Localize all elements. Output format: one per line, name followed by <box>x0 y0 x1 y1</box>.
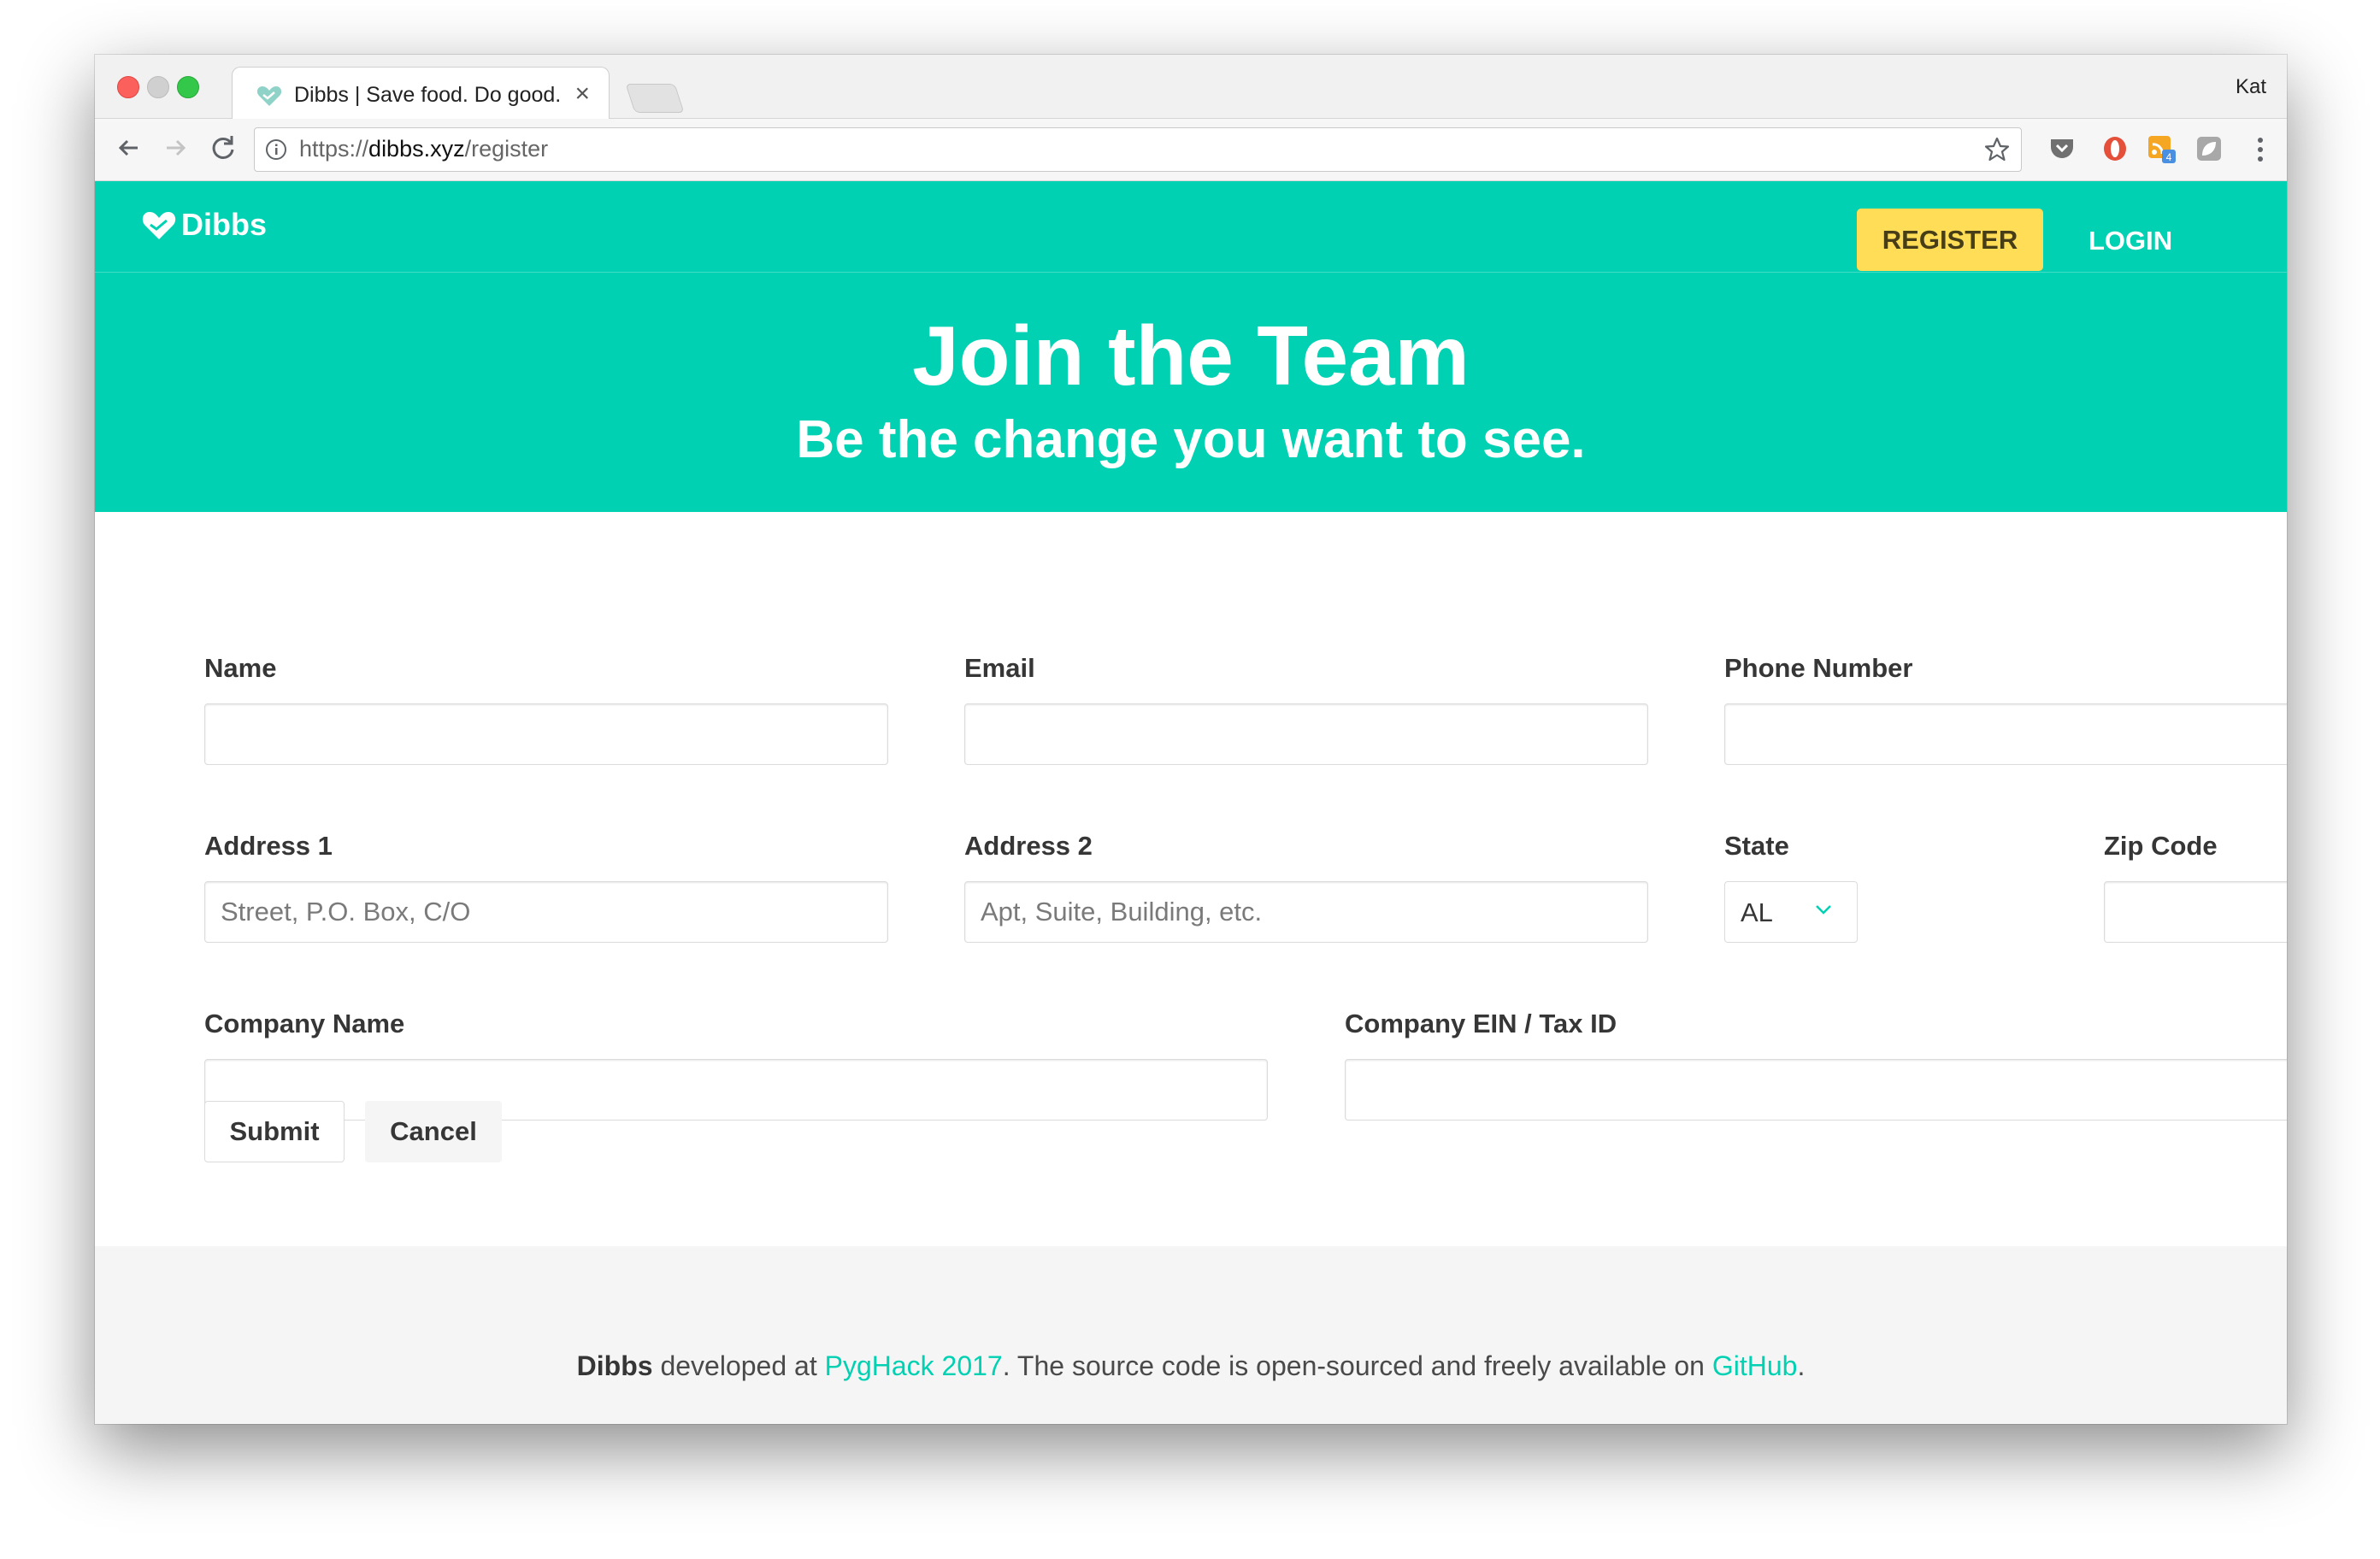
site-footer: Dibbs developed at PygHack 2017. The sou… <box>95 1246 2287 1424</box>
github-link[interactable]: GitHub <box>1712 1350 1798 1381</box>
hero-banner: Join the Team Be the change you want to … <box>95 273 2287 512</box>
svg-text:4: 4 <box>2166 151 2172 163</box>
url-text: https://dibbs.xyz/register <box>299 136 549 162</box>
brand-name: Dibbs <box>181 207 268 242</box>
zip-label: Zip Code <box>2104 831 2218 861</box>
arrow-right-icon[interactable] <box>158 131 192 165</box>
profile-name[interactable]: Kat <box>2236 75 2266 99</box>
ein-label: Company EIN / Tax ID <box>1345 1009 1617 1038</box>
page-content: Dibbs REGISTER LOGIN Join the Team Be th… <box>95 181 2287 1424</box>
zip-field-group: Zip Code <box>2104 831 2287 943</box>
phone-field-group: Phone Number <box>1724 653 2287 765</box>
ein-field-group: Company EIN / Tax ID <box>1345 1009 2287 1121</box>
browser-toolbar: https://dibbs.xyz/register 4 <box>95 119 2287 181</box>
page-subtitle: Be the change you want to see. <box>796 410 1586 469</box>
heart-hands-icon <box>256 86 282 106</box>
name-label: Name <box>204 653 277 683</box>
page-title: Join the Team <box>912 309 1470 403</box>
new-tab-button[interactable] <box>625 84 685 113</box>
submit-button[interactable]: Submit <box>204 1101 345 1162</box>
zip-input[interactable] <box>2104 881 2287 943</box>
browser-tab-active[interactable]: Dibbs | Save food. Do good. × <box>232 67 610 121</box>
phone-input[interactable] <box>1724 703 2287 765</box>
pyghack-link[interactable]: PygHack 2017 <box>825 1350 1003 1381</box>
address-bar[interactable]: https://dibbs.xyz/register <box>254 127 2022 172</box>
address2-label: Address 2 <box>964 831 1093 861</box>
address1-label: Address 1 <box>204 831 333 861</box>
address1-input[interactable] <box>204 881 888 943</box>
browser-window: Dibbs | Save food. Do good. × Kat https:… <box>95 55 2287 1424</box>
tab-close-icon[interactable]: × <box>574 79 590 109</box>
pocket-icon[interactable] <box>2047 134 2077 163</box>
state-select[interactable]: AL <box>1724 881 1858 943</box>
window-close-button[interactable] <box>117 76 139 98</box>
email-field-group: Email <box>964 653 1648 765</box>
login-link[interactable]: LOGIN <box>2088 226 2172 256</box>
footer-text: Dibbs developed at PygHack 2017. The sou… <box>576 1350 1806 1381</box>
window-minimize-button[interactable] <box>147 76 169 98</box>
kebab-menu-icon[interactable] <box>2256 136 2265 163</box>
window-maximize-button[interactable] <box>177 76 199 98</box>
email-input[interactable] <box>964 703 1648 765</box>
address2-input[interactable] <box>964 881 1648 943</box>
cancel-button[interactable]: Cancel <box>365 1101 502 1162</box>
arrow-left-icon[interactable] <box>112 131 146 165</box>
address1-field-group: Address 1 <box>204 831 888 943</box>
site-navbar: Dibbs REGISTER LOGIN <box>95 181 2287 273</box>
footer-brand: Dibbs <box>576 1350 653 1381</box>
address2-field-group: Address 2 <box>964 831 1648 943</box>
tab-title: Dibbs | Save food. Do good. <box>294 83 562 107</box>
company-field-group: Company Name <box>204 1009 1268 1121</box>
feed-extension-icon[interactable]: 4 <box>2147 134 2176 163</box>
register-button[interactable]: REGISTER <box>1857 209 2043 271</box>
state-field-group: State AL <box>1724 831 1981 943</box>
state-label: State <box>1724 831 1789 861</box>
opera-icon[interactable] <box>2100 134 2130 163</box>
tab-bar: Dibbs | Save food. Do good. × Kat <box>95 55 2287 121</box>
info-icon[interactable] <box>265 138 287 161</box>
state-select-wrapper: AL <box>1724 881 1858 943</box>
name-input[interactable] <box>204 703 888 765</box>
heart-hands-icon <box>142 212 176 239</box>
star-icon[interactable] <box>1983 136 2011 163</box>
phone-label: Phone Number <box>1724 653 1913 683</box>
company-label: Company Name <box>204 1009 405 1038</box>
reload-icon[interactable] <box>206 131 240 165</box>
email-label: Email <box>964 653 1035 683</box>
extension-icon[interactable] <box>2194 134 2224 163</box>
ein-input[interactable] <box>1345 1059 2287 1121</box>
name-field-group: Name <box>204 653 888 765</box>
company-input[interactable] <box>204 1059 1268 1121</box>
